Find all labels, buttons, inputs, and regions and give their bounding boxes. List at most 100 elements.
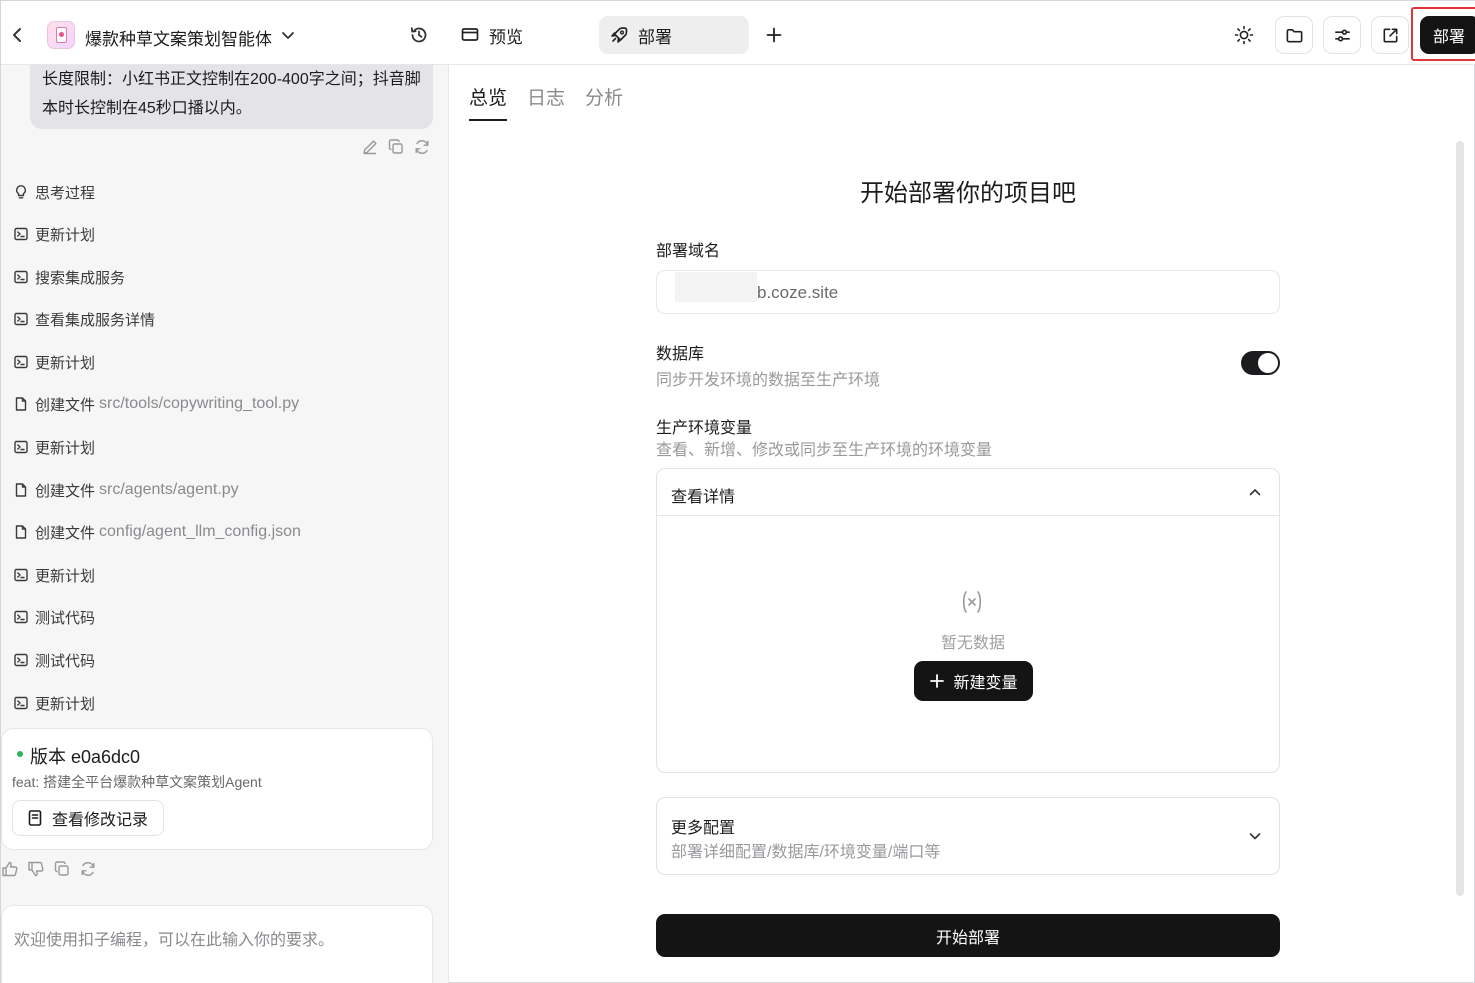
view-changes-label: 查看修改记录	[52, 812, 149, 829]
new-variable-button[interactable]: 新建变量	[914, 661, 1033, 701]
app-title[interactable]: 爆款种草文案策划智能体	[85, 25, 272, 50]
step-item[interactable]: 创建文件 src/agents/agent.py	[13, 479, 239, 501]
app-logo	[47, 21, 75, 49]
step-label: 更新计划	[35, 439, 96, 457]
env-details-header[interactable]: 查看详情	[657, 469, 1279, 516]
env-label: 生产环境变量	[656, 420, 753, 437]
version-description: feat: 搭建全平台爆款种草文案策划Agent	[12, 774, 262, 790]
file-icon	[13, 396, 29, 412]
terminal-icon	[13, 567, 29, 583]
deploy-button[interactable]: 部署	[1420, 16, 1475, 54]
folder-button[interactable]	[1275, 16, 1313, 54]
chat-input-placeholder: 欢迎使用扣子编程，可以在此输入你的要求。	[14, 932, 335, 949]
step-item[interactable]: 创建文件 src/tools/copywriting_tool.py	[13, 393, 299, 415]
copy-icon[interactable]	[53, 860, 71, 878]
env-description: 查看、新增、修改或同步至生产环境的环境变量	[656, 442, 993, 459]
domain-label: 部署域名	[656, 243, 721, 260]
start-deploy-button[interactable]: 开始部署	[656, 914, 1280, 957]
refresh-icon[interactable]	[413, 138, 431, 156]
step-item[interactable]: 测试代码	[13, 606, 95, 628]
step-label: 创建文件	[35, 524, 96, 542]
step-file-path: config/agent_llm_config.json	[99, 523, 301, 540]
edit-icon[interactable]	[361, 138, 379, 156]
external-link-icon	[1381, 26, 1400, 45]
chevron-down-icon[interactable]	[1247, 828, 1263, 844]
plus-icon[interactable]	[765, 26, 783, 44]
step-file-path: src/tools/copywriting_tool.py	[99, 395, 300, 412]
chevron-down-icon[interactable]	[280, 27, 296, 43]
refresh-icon[interactable]	[79, 860, 97, 878]
version-card: 版本 e0a6dc0 feat: 搭建全平台爆款种草文案策划Agent 查看修改…	[1, 728, 433, 850]
step-item[interactable]: 查看集成服务详情	[13, 308, 155, 330]
step-label: 搜索集成服务	[35, 269, 126, 287]
thumbs-down-icon[interactable]	[27, 860, 45, 878]
document-icon	[26, 809, 52, 827]
page-title: 开始部署你的项目吧	[860, 180, 1076, 207]
tab-overview[interactable]: 总览	[469, 83, 508, 121]
step-item[interactable]: 更新计划	[13, 564, 95, 586]
thumbs-up-icon[interactable]	[1, 860, 19, 878]
database-description: 同步开发环境的数据至生产环境	[656, 372, 881, 389]
settings-button[interactable]	[1323, 16, 1361, 54]
sliders-icon	[1333, 26, 1352, 45]
tab-deploy-label: 部署	[638, 27, 672, 47]
empty-state-text: 暂无数据	[940, 635, 1005, 652]
step-label: 更新计划	[35, 226, 96, 244]
step-label: 创建文件	[35, 396, 96, 414]
step-item[interactable]: 思考过程	[13, 181, 95, 203]
top-bar: 爆款种草文案策划智能体 预览 部署 部署	[1, 1, 1475, 65]
back-arrow-icon[interactable]	[7, 23, 27, 47]
new-variable-label: 新建变量	[953, 675, 1018, 692]
message-actions	[361, 138, 431, 156]
bulb-icon	[13, 184, 29, 200]
step-item[interactable]: 更新计划	[13, 351, 95, 373]
step-label: 测试代码	[35, 609, 96, 627]
rocket-icon	[609, 25, 629, 45]
open-external-button[interactable]	[1371, 16, 1409, 54]
terminal-icon	[13, 652, 29, 668]
step-item[interactable]: 创建文件 config/agent_llm_config.json	[13, 521, 301, 543]
step-label: 更新计划	[35, 567, 96, 585]
sun-icon[interactable]	[1233, 24, 1255, 46]
env-details-panel: 查看详情 暂无数据 新建变量	[656, 468, 1280, 773]
database-sync-toggle[interactable]	[1241, 351, 1280, 375]
step-label: 查看集成服务详情	[35, 311, 156, 329]
env-details-title: 查看详情	[671, 489, 736, 506]
copy-icon[interactable]	[387, 138, 405, 156]
domain-value: b.coze.site	[757, 283, 839, 302]
domain-field[interactable]: b.coze.site	[656, 270, 1280, 314]
more-config-panel[interactable]: 更多配置 部署详细配置/数据库/环境变量/端口等	[656, 797, 1280, 875]
toggle-knob	[1258, 353, 1278, 373]
tab-preview-label: 预览	[489, 27, 523, 47]
chat-panel: 长度限制：小红书正文控制在200-400字之间；抖音脚本时长控制在45秒口播以内…	[1, 65, 449, 983]
history-icon[interactable]	[409, 25, 429, 45]
plus-icon	[929, 673, 953, 689]
user-message: 长度限制：小红书正文控制在200-400字之间；抖音脚本时长控制在45秒口播以内…	[30, 65, 433, 129]
step-item[interactable]: 测试代码	[13, 649, 95, 671]
feedback-actions	[1, 860, 97, 878]
terminal-icon	[13, 439, 29, 455]
view-changes-button[interactable]: 查看修改记录	[12, 800, 164, 836]
chat-input[interactable]: 欢迎使用扣子编程，可以在此输入你的要求。	[1, 905, 433, 983]
monitor-icon	[460, 25, 480, 45]
tab-preview[interactable]: 预览	[453, 16, 593, 54]
folder-icon	[1285, 26, 1304, 45]
step-file-path: src/agents/agent.py	[99, 481, 239, 498]
more-config-title: 更多配置	[671, 820, 736, 837]
step-item[interactable]: 更新计划	[13, 436, 95, 458]
status-dot	[17, 751, 23, 757]
step-label: 测试代码	[35, 652, 96, 670]
step-item[interactable]: 更新计划	[13, 223, 95, 245]
step-label: 更新计划	[35, 354, 96, 372]
tab-logs[interactable]: 日志	[527, 83, 565, 121]
terminal-icon	[13, 609, 29, 625]
tab-deploy[interactable]: 部署	[599, 16, 749, 54]
tab-analytics[interactable]: 分析	[585, 83, 623, 121]
scrollbar[interactable]	[1456, 141, 1464, 896]
step-item[interactable]: 搜索集成服务	[13, 266, 125, 288]
terminal-icon	[13, 269, 29, 285]
step-label: 创建文件	[35, 482, 96, 500]
step-item[interactable]: 更新计划	[13, 692, 95, 714]
version-title: 版本 e0a6dc0	[30, 747, 141, 767]
chevron-up-icon[interactable]	[1247, 484, 1263, 500]
